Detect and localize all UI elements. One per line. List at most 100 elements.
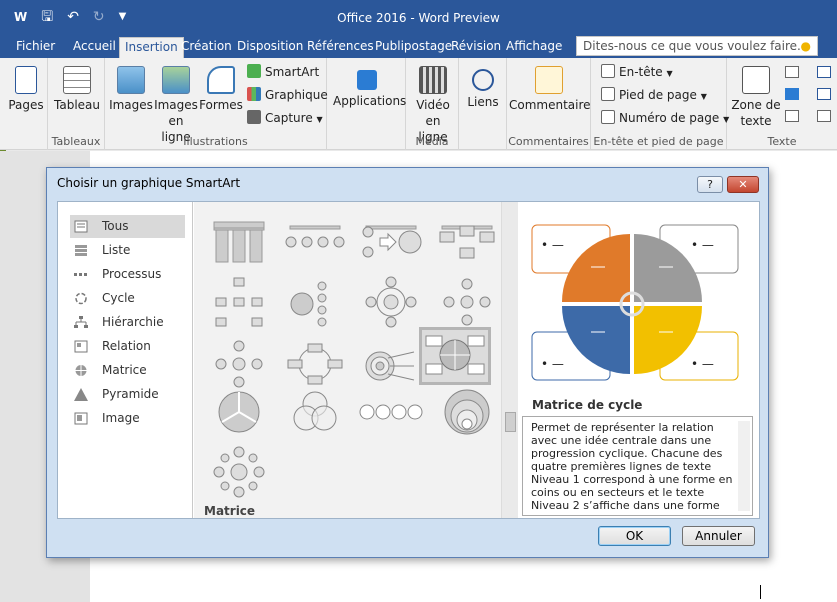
entete-group-label: En-tête et pied de page — [593, 135, 724, 148]
cycle-matrix-thumbnail — [425, 335, 485, 375]
layout-thumbnail[interactable] — [282, 384, 348, 440]
pied-de-page-button[interactable]: Pied de page ▼ — [601, 85, 707, 107]
pages-icon — [15, 66, 37, 94]
tell-me-input[interactable]: Dites-nous ce que vous voulez faire... ● — [576, 36, 818, 56]
close-button[interactable]: ✕ — [727, 176, 759, 193]
layout-thumbnail[interactable] — [358, 384, 424, 440]
layout-thumbnail[interactable] — [358, 212, 424, 268]
link-icon — [472, 69, 494, 91]
commentaire-button[interactable]: Commentaire — [509, 66, 591, 113]
category-cycle[interactable]: Cycle — [70, 287, 185, 310]
layout-thumbnail[interactable] — [206, 274, 272, 330]
quick-parts-icon[interactable] — [785, 66, 799, 78]
layout-thumbnail[interactable] — [206, 212, 272, 268]
pyramid-icon — [74, 388, 88, 401]
pages-label: Pages — [8, 98, 44, 112]
layout-thumbnail[interactable] — [434, 212, 500, 268]
date-time-icon[interactable] — [817, 88, 831, 100]
entete-button[interactable]: En-tête ▼ — [601, 62, 673, 84]
category-tous[interactable]: Tous — [70, 215, 185, 238]
tab-revision[interactable]: Révision — [446, 37, 506, 58]
group-media: Vidéo en ligne Média — [406, 58, 459, 150]
group-applications: Applications — [327, 58, 406, 150]
signature-icon[interactable] — [817, 66, 831, 78]
category-label: Hiérarchie — [102, 315, 164, 329]
category-pyramide[interactable]: Pyramide — [70, 383, 185, 406]
layout-thumbnail[interactable] — [358, 274, 424, 330]
layout-thumbnail[interactable] — [282, 274, 348, 330]
preview-description[interactable]: Permet de représenter la relation avec u… — [522, 416, 753, 516]
tab-disposition[interactable]: Disposition — [232, 37, 308, 58]
capture-label: Capture — [265, 111, 313, 125]
preview-pane: • — • — • — • — Matrice de cycle Permet … — [519, 202, 759, 518]
drop-cap-icon[interactable] — [785, 110, 799, 122]
preview-bullet-tl: • — — [541, 238, 564, 252]
images-button[interactable]: Images — [109, 66, 153, 113]
gallery-scrollbar[interactable] — [501, 202, 518, 518]
group-entete-pied: En-tête ▼ Pied de page ▼ Numéro de page … — [591, 58, 729, 150]
category-label: Liste — [102, 243, 131, 257]
ok-button[interactable]: OK — [598, 526, 671, 546]
layout-thumbnail[interactable] — [282, 212, 348, 268]
category-relation[interactable]: Relation — [70, 335, 185, 358]
object-icon[interactable] — [817, 110, 831, 122]
entete-label: En-tête — [619, 65, 663, 79]
tab-fichier[interactable]: Fichier — [11, 37, 60, 58]
tab-accueil[interactable]: Accueil — [68, 37, 121, 58]
graphique-label: Graphique — [265, 88, 328, 102]
picture-icon — [74, 412, 88, 425]
category-list: Tous Liste Processus Cycle Hiérarchie Re… — [58, 202, 193, 518]
tab-insertion[interactable]: Insertion — [119, 37, 184, 58]
smartart-label: SmartArt — [265, 65, 320, 79]
numero-label: Numéro de page — [619, 111, 720, 125]
tab-publipostage[interactable]: Publipostage — [370, 37, 457, 58]
category-matrice[interactable]: Matrice — [70, 359, 185, 382]
category-liste[interactable]: Liste — [70, 239, 185, 262]
wordart-icon[interactable] — [785, 88, 799, 100]
layout-thumbnail[interactable] — [206, 384, 272, 440]
matrix-icon — [75, 365, 87, 376]
texte-group-label: Texte — [767, 135, 797, 148]
preview-title: Matrice de cycle — [532, 398, 643, 412]
formes-button[interactable]: Formes — [199, 66, 243, 113]
applications-button[interactable]: Applications — [333, 66, 406, 109]
liens-button[interactable]: Liens — [463, 66, 503, 110]
layout-thumbnail[interactable] — [434, 274, 500, 330]
applications-label: Applications — [333, 94, 407, 108]
cancel-button[interactable]: Annuler — [682, 526, 755, 546]
description-scrollbar[interactable] — [738, 421, 750, 511]
category-hierarchie[interactable]: Hiérarchie — [70, 311, 185, 334]
pages-button[interactable]: Pages — [6, 66, 46, 113]
images-en-ligne-button[interactable]: Images en ligne — [153, 66, 199, 145]
tab-creation[interactable]: Création — [176, 37, 237, 58]
layout-thumbnail[interactable] — [434, 384, 500, 440]
category-label: Pyramide — [102, 387, 159, 401]
commentaires-group-label: Commentaires — [508, 135, 589, 148]
layout-thumbnail[interactable] — [206, 444, 272, 500]
pied-label: Pied de page — [619, 88, 697, 102]
relation-icon — [74, 340, 88, 353]
help-button[interactable]: ? — [697, 176, 723, 193]
scrollbar-thumb[interactable] — [505, 412, 516, 432]
text-cursor — [760, 585, 761, 599]
tableau-button[interactable]: Tableau — [52, 66, 102, 113]
category-processus[interactable]: Processus — [70, 263, 185, 286]
numero-de-page-button[interactable]: Numéro de page ▼ — [601, 108, 729, 130]
tell-me-placeholder: Dites-nous ce que vous voulez faire... — [583, 39, 809, 53]
tableau-label: Tableau — [54, 98, 100, 112]
preview-bullet-br: • — — [691, 357, 714, 371]
smartart-icon — [247, 64, 261, 78]
tab-affichage[interactable]: Affichage — [501, 37, 567, 58]
tab-references[interactable]: Références — [302, 37, 379, 58]
capture-button[interactable]: Capture ▼ — [247, 108, 323, 130]
zone-de-texte-button[interactable]: Zone de texte — [731, 66, 781, 129]
graphique-button[interactable]: Graphique — [247, 85, 328, 105]
video-en-ligne-button[interactable]: Vidéo en ligne — [409, 66, 457, 145]
commentaire-label: Commentaire — [509, 98, 591, 112]
layout-thumbnail-selected[interactable] — [419, 327, 491, 385]
table-icon — [63, 66, 91, 94]
smartart-button[interactable]: SmartArt — [247, 62, 319, 82]
list-icon — [75, 245, 87, 256]
category-image[interactable]: Image — [70, 407, 185, 430]
chevron-down-icon: ▼ — [700, 92, 707, 101]
